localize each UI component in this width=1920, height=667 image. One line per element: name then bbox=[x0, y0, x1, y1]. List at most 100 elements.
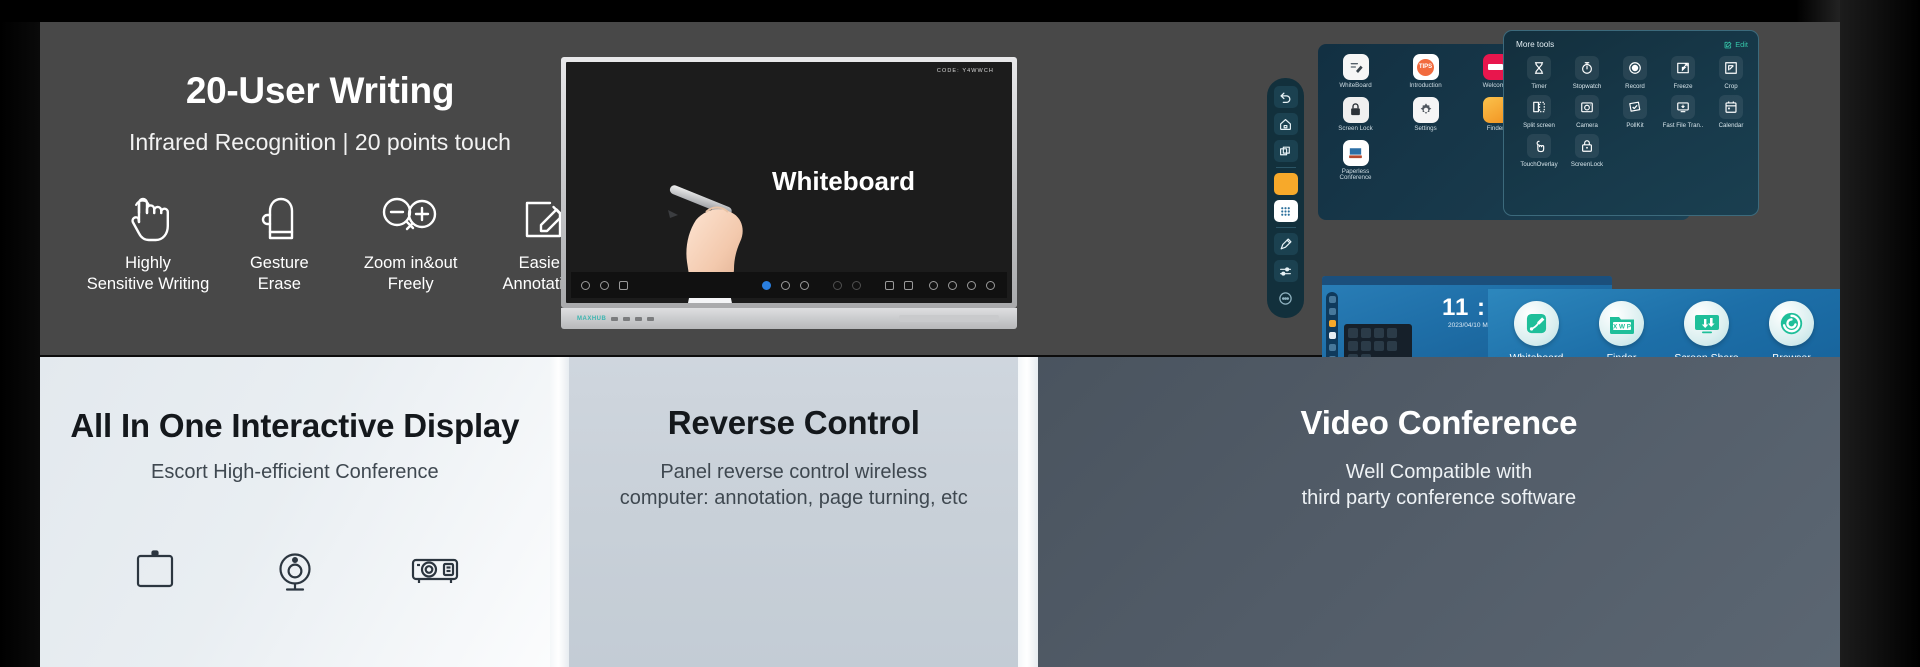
whiteboard-pen-icon bbox=[1514, 301, 1559, 346]
touch-hand-icon bbox=[85, 190, 211, 246]
display-bezel: CODE: Y4WWCH Whiteboard bbox=[561, 57, 1017, 308]
amber-square-icon[interactable] bbox=[1328, 320, 1336, 327]
edit-label: Edit bbox=[1735, 40, 1748, 49]
undo-icon[interactable] bbox=[833, 280, 842, 290]
tool-item-fast-file-transfer[interactable]: Fast File Tran.. bbox=[1660, 95, 1706, 129]
select-icon[interactable] bbox=[800, 280, 809, 290]
tool-item-split-screen[interactable]: Split screen bbox=[1516, 95, 1562, 129]
app-item-paperless-conference[interactable]: Paperless Conference bbox=[1332, 139, 1379, 183]
card-divider bbox=[1018, 357, 1038, 667]
popup-tool-icon[interactable] bbox=[1348, 328, 1358, 338]
popup-tool-icon[interactable] bbox=[1374, 341, 1384, 351]
svg-text:X W P: X W P bbox=[1612, 323, 1631, 330]
card-all-in-one-display: All In One Interactive Display Escort Hi… bbox=[40, 357, 550, 667]
tool-label: TouchOverlay bbox=[1520, 161, 1558, 168]
edit-pencil-icon bbox=[1724, 41, 1732, 48]
tool-label: Camera bbox=[1576, 122, 1598, 129]
eraser-icon[interactable] bbox=[781, 280, 790, 290]
back-icon[interactable] bbox=[1273, 86, 1298, 108]
card-title: Reverse Control bbox=[667, 404, 920, 441]
tool-item-crop[interactable]: Crop bbox=[1708, 56, 1754, 90]
left-frame-edge bbox=[0, 0, 40, 667]
windows-icon[interactable] bbox=[1273, 140, 1298, 162]
more-icon[interactable] bbox=[600, 280, 609, 290]
more-dots-icon[interactable] bbox=[1274, 287, 1298, 309]
app-item-introduction[interactable]: TIPS Introduction bbox=[1402, 54, 1449, 90]
card-video-conference: Video Conference Well Compatible with th… bbox=[1037, 357, 1840, 667]
app-label: Introduction bbox=[1409, 82, 1442, 89]
app-label: Paperless Conference bbox=[1339, 167, 1372, 182]
tool-label: Record bbox=[1625, 83, 1645, 90]
right-frame-edge bbox=[1840, 0, 1920, 667]
display-stand-bar: MAXHUB bbox=[561, 308, 1017, 329]
app-label: Screen Lock bbox=[1338, 124, 1373, 132]
tool-item-stopwatch[interactable]: Stopwatch bbox=[1564, 56, 1610, 90]
shortcut-screen-share[interactable]: Screen Share bbox=[1670, 301, 1744, 364]
popup-tool-icon[interactable] bbox=[1361, 328, 1371, 338]
tool-item-calendar[interactable]: Calendar bbox=[1708, 95, 1754, 129]
apps-grid-icon[interactable] bbox=[1328, 332, 1336, 339]
popup-tool-icon[interactable] bbox=[1361, 341, 1371, 351]
app-item-screen-lock[interactable]: Screen Lock bbox=[1332, 96, 1379, 133]
shortcut-browser[interactable]: Browser bbox=[1755, 301, 1829, 364]
feature-label: Gesture Erase bbox=[249, 254, 309, 293]
card-subtitle: Panel reverse control wireless computer:… bbox=[619, 461, 968, 510]
side-toolbar[interactable] bbox=[1267, 78, 1304, 318]
calendar-icon bbox=[1719, 95, 1743, 119]
tool-label: ScreenLock bbox=[1570, 161, 1604, 168]
shortcut-finder[interactable]: X W P Finder bbox=[1585, 301, 1659, 364]
pen-icon[interactable] bbox=[762, 280, 771, 290]
shortcut-whiteboard[interactable]: Whiteboard bbox=[1500, 301, 1574, 364]
tool-item-record[interactable]: Record bbox=[1612, 56, 1658, 90]
save-icon[interactable] bbox=[929, 280, 938, 290]
camera-icon bbox=[1575, 95, 1599, 119]
brand-logo: MAXHUB bbox=[577, 315, 607, 322]
app-item-whiteboard[interactable]: WhiteBoard bbox=[1332, 54, 1379, 90]
exit-icon[interactable] bbox=[581, 280, 590, 290]
page-icon[interactable] bbox=[619, 280, 628, 290]
lock-icon bbox=[1342, 96, 1369, 123]
redo-icon[interactable] bbox=[852, 280, 861, 290]
home-icon[interactable] bbox=[1273, 113, 1298, 135]
edit-button[interactable]: Edit bbox=[1724, 40, 1748, 49]
popup-tool-icon[interactable] bbox=[1374, 328, 1384, 338]
card-subtitle: Well Compatible with third party confere… bbox=[1301, 461, 1577, 510]
card-reverse-control: Reverse Control Panel reverse control wi… bbox=[569, 357, 1019, 667]
hero-feature-row: Highly Sensitive Writing Gesture Erase Z… bbox=[85, 190, 605, 294]
pencil-icon[interactable] bbox=[1328, 344, 1336, 351]
browser-spiral-icon bbox=[1769, 301, 1814, 346]
toolbar-divider bbox=[1275, 167, 1296, 168]
tool-item-pollkit[interactable]: PollKit bbox=[1612, 95, 1658, 129]
hero-text-block: 20-User Writing Infrared Recognition | 2… bbox=[40, 22, 600, 355]
popup-tool-icon[interactable] bbox=[1387, 328, 1397, 338]
more-tools-title: More tools bbox=[1516, 40, 1555, 49]
tool-item-timer[interactable]: Timer bbox=[1516, 56, 1562, 90]
popup-tool-icon[interactable] bbox=[1348, 341, 1358, 351]
speaker-grille bbox=[899, 315, 999, 322]
more-tools-grid: Timer Stopwatch Record Freeze Crop Split… bbox=[1516, 56, 1756, 173]
settings-icon[interactable] bbox=[967, 280, 976, 290]
pencil-icon[interactable] bbox=[1273, 233, 1298, 255]
insert-icon[interactable] bbox=[885, 280, 894, 290]
tool-item-camera[interactable]: Camera bbox=[1564, 95, 1610, 129]
tool-item-touch-overlay[interactable]: TouchOverlay bbox=[1516, 134, 1562, 168]
touch-overlay-icon bbox=[1527, 134, 1551, 158]
card-divider bbox=[549, 357, 570, 667]
tool-item-screen-lock[interactable]: ScreenLock bbox=[1564, 134, 1610, 168]
whiteboard-icon bbox=[1342, 54, 1369, 80]
app-item-settings[interactable]: Settings bbox=[1402, 96, 1449, 133]
apps-grid-icon[interactable] bbox=[1273, 200, 1298, 222]
whiteboard-toolbar[interactable] bbox=[571, 272, 1007, 298]
popup-tool-icon[interactable] bbox=[1387, 341, 1397, 351]
paperless-icon bbox=[1342, 139, 1369, 166]
amber-square-icon[interactable] bbox=[1273, 173, 1298, 195]
back-icon[interactable] bbox=[1328, 296, 1336, 303]
card-subtitle: Escort High-efficient Conference bbox=[151, 461, 439, 483]
mitten-glove-icon bbox=[216, 190, 342, 246]
source-switch-icon[interactable] bbox=[1273, 260, 1298, 282]
tool-item-freeze[interactable]: Freeze bbox=[1660, 56, 1706, 90]
home-icon[interactable] bbox=[1328, 308, 1336, 315]
close-icon[interactable] bbox=[986, 280, 995, 290]
grid-icon[interactable] bbox=[904, 280, 913, 290]
share-icon[interactable] bbox=[948, 280, 957, 290]
